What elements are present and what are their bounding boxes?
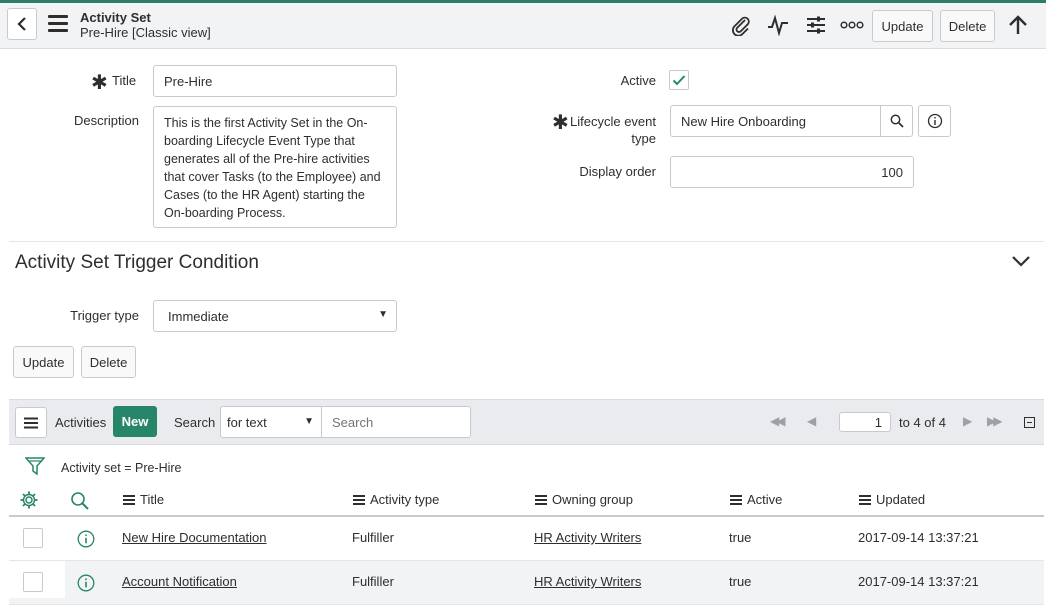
required-marker-lifecycle: ✱ bbox=[552, 112, 569, 134]
chevron-left-icon bbox=[17, 17, 26, 31]
new-button[interactable]: New bbox=[113, 406, 157, 437]
column-header-activity-type[interactable]: Activity type bbox=[353, 492, 439, 507]
active-label: Active bbox=[620, 73, 656, 88]
row-owning-group-link[interactable]: HR Activity Writers bbox=[534, 574, 641, 589]
active-checkbox[interactable] bbox=[669, 70, 689, 90]
column-header-title[interactable]: Title bbox=[123, 492, 164, 507]
column-menu-icon bbox=[535, 493, 547, 507]
row-title-link[interactable]: Account Notification bbox=[122, 574, 237, 589]
row-active: true bbox=[729, 530, 752, 545]
trigger-type-value: Immediate bbox=[168, 308, 229, 324]
header-update-button[interactable]: Update bbox=[872, 10, 933, 42]
more-options-icon[interactable] bbox=[840, 13, 864, 37]
lifecycle-label-line1: Lifecycle event bbox=[570, 114, 656, 129]
column-header-updated[interactable]: Updated bbox=[859, 492, 925, 507]
context-menu-icon[interactable] bbox=[48, 15, 68, 33]
column-menu-icon bbox=[859, 493, 871, 507]
page-subtitle: Pre-Hire [Classic view] bbox=[80, 25, 211, 40]
personalize-form-icon[interactable] bbox=[804, 13, 828, 37]
personalize-list-gear-icon[interactable] bbox=[19, 490, 39, 513]
filter-icon[interactable] bbox=[24, 456, 46, 479]
section-delete-button[interactable]: Delete bbox=[81, 346, 136, 378]
column-search-icon[interactable] bbox=[70, 491, 90, 514]
dropdown-arrow-icon: ▼ bbox=[378, 309, 388, 320]
row-updated: 2017-09-14 13:37:21 bbox=[858, 574, 979, 589]
list-search-input[interactable] bbox=[321, 406, 471, 438]
row-owning-group-link[interactable]: HR Activity Writers bbox=[534, 530, 641, 545]
column-menu-icon bbox=[353, 493, 365, 507]
previous-page-icon[interactable]: ◀ bbox=[807, 414, 816, 428]
search-icon bbox=[890, 114, 904, 128]
last-page-icon[interactable]: ▶▶ bbox=[987, 414, 1003, 428]
page-range-text: to 4 of 4 bbox=[899, 415, 946, 430]
section-update-button[interactable]: Update bbox=[13, 346, 74, 378]
checkmark-icon bbox=[672, 75, 686, 86]
search-field-value: for text bbox=[227, 414, 267, 430]
column-header-active[interactable]: Active bbox=[730, 492, 782, 507]
form-header: Activity Set Pre-Hire [Classic view] Upd… bbox=[0, 3, 1046, 49]
section-divider bbox=[9, 241, 1044, 242]
header-title-block: Activity Set Pre-Hire [Classic view] bbox=[80, 10, 211, 40]
lifecycle-label: Lifecycle event type bbox=[570, 113, 656, 147]
list-menu-button[interactable] bbox=[15, 407, 47, 438]
hamburger-icon bbox=[24, 417, 38, 428]
page-title: Activity Set bbox=[80, 10, 151, 25]
filter-condition-text: Activity set = Pre-Hire bbox=[61, 461, 182, 475]
section-title: Activity Set Trigger Condition bbox=[15, 252, 259, 273]
display-order-input[interactable]: 100 bbox=[670, 156, 914, 188]
collapse-list-icon[interactable] bbox=[1024, 417, 1035, 428]
header-delete-button[interactable]: Delete bbox=[940, 10, 995, 42]
list-title: Activities bbox=[55, 415, 107, 430]
lifecycle-reference-input[interactable]: New Hire Onboarding bbox=[670, 105, 881, 137]
row-title-link[interactable]: New Hire Documentation bbox=[122, 530, 267, 545]
lookup-button[interactable] bbox=[880, 105, 913, 137]
row-activity-type: Fulfiller bbox=[352, 530, 394, 545]
preview-record-icon[interactable] bbox=[77, 574, 95, 595]
trigger-type-label: Trigger type bbox=[70, 308, 139, 323]
activity-pulse-icon[interactable] bbox=[766, 13, 790, 37]
trigger-type-select[interactable]: Immediate ▼ bbox=[153, 300, 397, 332]
dropdown-arrow-icon: ▼ bbox=[304, 416, 314, 427]
search-field-select[interactable]: for text ▼ bbox=[220, 406, 322, 438]
row-active: true bbox=[729, 574, 752, 589]
column-menu-icon bbox=[123, 493, 135, 507]
collapse-section-icon[interactable] bbox=[1010, 254, 1034, 274]
column-header-owning-group[interactable]: Owning group bbox=[535, 492, 633, 507]
row-updated: 2017-09-14 13:37:21 bbox=[858, 530, 979, 545]
required-marker-title: ✱ bbox=[91, 72, 108, 94]
list-search-label: Search bbox=[174, 415, 216, 430]
preview-record-icon[interactable] bbox=[77, 530, 95, 551]
first-page-icon[interactable]: ◀◀ bbox=[770, 414, 786, 428]
next-page-icon[interactable]: ▶ bbox=[963, 414, 972, 428]
row-activity-type: Fulfiller bbox=[352, 574, 394, 589]
reference-info-button[interactable] bbox=[918, 105, 951, 137]
title-input[interactable]: Pre-Hire bbox=[153, 65, 397, 97]
display-order-label: Display order bbox=[579, 164, 656, 179]
back-button[interactable] bbox=[7, 8, 37, 40]
description-textarea[interactable]: This is the first Activity Set in the On… bbox=[153, 106, 397, 228]
page-number-input[interactable]: 1 bbox=[839, 412, 891, 432]
row-select-checkbox[interactable] bbox=[23, 572, 43, 592]
description-label: Description bbox=[73, 113, 139, 128]
arrow-up-icon[interactable] bbox=[1006, 13, 1030, 37]
column-menu-icon bbox=[730, 493, 742, 507]
info-icon bbox=[927, 113, 942, 129]
title-label: Title bbox=[112, 73, 137, 88]
lifecycle-label-line2: type bbox=[631, 131, 656, 146]
paperclip-icon[interactable] bbox=[729, 13, 753, 37]
row-select-checkbox[interactable] bbox=[23, 528, 43, 548]
